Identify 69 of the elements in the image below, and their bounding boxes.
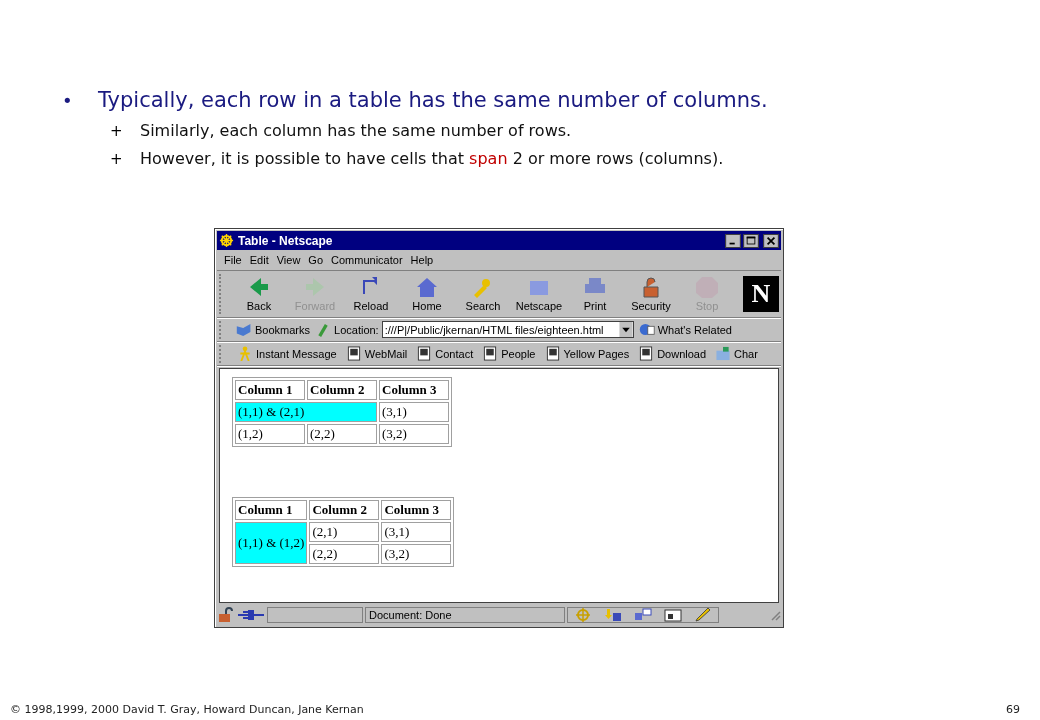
toolbar-button[interactable]: Search bbox=[455, 276, 511, 312]
table-cell: (3,1) bbox=[381, 522, 452, 542]
close-button[interactable] bbox=[763, 233, 779, 248]
personal-toolbar-link[interactable]: Yellow Pages bbox=[541, 346, 633, 361]
personal-toolbar-link[interactable]: Download bbox=[635, 346, 710, 361]
personal-toolbar-link[interactable]: Contact bbox=[413, 346, 477, 361]
menu-item[interactable]: View bbox=[273, 254, 304, 266]
menu-item[interactable]: Help bbox=[407, 254, 437, 266]
personal-toolbar-link[interactable]: WebMail bbox=[342, 346, 411, 361]
toolbar-button[interactable]: Print bbox=[567, 276, 623, 312]
table-cell: (2,2) bbox=[307, 424, 377, 444]
column-header: Column 1 bbox=[235, 380, 305, 400]
address-card-icon[interactable] bbox=[664, 607, 682, 623]
table-cell: (1,1) & (2,1) bbox=[235, 402, 377, 422]
personal-toolbar-link[interactable]: Char bbox=[712, 346, 761, 361]
personal-toolbar-link[interactable]: Instant Message bbox=[234, 346, 340, 361]
menu-item[interactable]: Edit bbox=[246, 254, 272, 266]
menu-item[interactable]: Go bbox=[305, 254, 327, 266]
bullet-heading: Typically, each row in a table has the same number of columns. bbox=[98, 88, 768, 112]
minimize-button[interactable] bbox=[725, 233, 741, 248]
column-header: Column 3 bbox=[379, 380, 449, 400]
bookmarks-button[interactable]: Bookmarks bbox=[234, 322, 313, 337]
document-icon bbox=[638, 346, 655, 361]
book-icon bbox=[236, 322, 252, 337]
column-header: Column 2 bbox=[307, 380, 377, 400]
table-cell: (2,2) bbox=[309, 544, 380, 564]
toolbar-button[interactable]: Home bbox=[399, 276, 455, 312]
maximize-button[interactable] bbox=[743, 233, 759, 248]
plug-icon bbox=[237, 607, 265, 623]
column-header: Column 1 bbox=[235, 500, 308, 520]
menu-item[interactable]: Communicator bbox=[328, 254, 406, 266]
toolbar-button[interactable]: Reload bbox=[343, 276, 399, 312]
pen-icon[interactable] bbox=[694, 607, 712, 623]
toolbar-button[interactable]: Security bbox=[623, 276, 679, 312]
document-icon bbox=[482, 346, 499, 361]
table-cell: (3,1) bbox=[379, 402, 449, 422]
menu-item[interactable]: File bbox=[221, 254, 245, 266]
resize-grip-icon[interactable] bbox=[769, 609, 781, 621]
netscape-logo: N bbox=[743, 276, 779, 312]
location-label: Location: bbox=[334, 323, 379, 336]
table-cell: (1,1) & (1,2) bbox=[235, 522, 308, 564]
document-icon bbox=[544, 346, 561, 361]
folder-icon bbox=[715, 346, 732, 361]
sub-bullet-text: However, it is possible to have cells that span 2 or more rows (columns). bbox=[140, 149, 724, 168]
toolbar-button[interactable]: Back bbox=[231, 276, 287, 312]
table-cell: (1,2) bbox=[235, 424, 305, 444]
column-header: Column 3 bbox=[381, 500, 452, 520]
location-field[interactable]: :///P|/Public/jkernan/HTML files/eighteen.html bbox=[381, 321, 634, 338]
sub-bullet-marker: + bbox=[110, 122, 124, 140]
padlock-icon[interactable] bbox=[217, 607, 235, 623]
column-header: Column 2 bbox=[309, 500, 380, 520]
table-cell: (3,2) bbox=[381, 544, 452, 564]
person-icon bbox=[237, 346, 253, 361]
copyright-text: © 1998,1999, 2000 David T. Gray, Howard Duncan, Jane Kernan bbox=[10, 703, 364, 716]
page-number: 69 bbox=[1006, 703, 1020, 716]
personal-toolbar-link[interactable]: People bbox=[479, 346, 539, 361]
bullet-marker: • bbox=[62, 90, 74, 111]
window-title: Table - Netscape bbox=[238, 233, 333, 248]
house-icon bbox=[415, 276, 439, 298]
document-icon bbox=[345, 346, 362, 361]
whats-related-button[interactable]: What's Related bbox=[636, 322, 734, 337]
table-cell: (3,2) bbox=[379, 424, 449, 444]
status-message: Document: Done bbox=[365, 607, 565, 623]
toolbar-button[interactable]: Netscape bbox=[511, 276, 567, 312]
dropdown-button[interactable] bbox=[618, 322, 633, 337]
table-cell: (2,1) bbox=[309, 522, 380, 542]
sub-bullet-text: Similarly, each column has the same number of rows. bbox=[140, 121, 572, 140]
document-icon bbox=[416, 346, 433, 361]
sub-bullet-marker: + bbox=[110, 150, 124, 168]
